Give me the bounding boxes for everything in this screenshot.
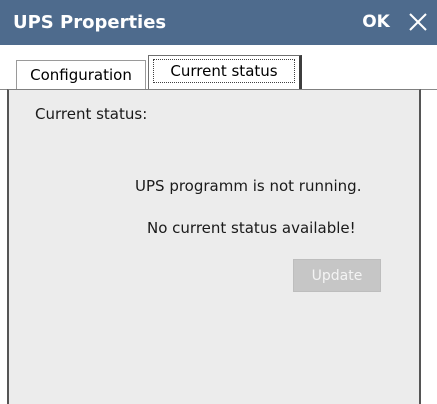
close-icon	[408, 13, 427, 31]
current-status-heading: Current status:	[35, 105, 148, 123]
title-bar: UPS Properties OK	[0, 0, 437, 45]
current-status-panel: Current status: UPS programm is not runn…	[7, 89, 421, 404]
tab-current-status-label: Current status	[153, 59, 295, 83]
tab-current-status[interactable]: Current status	[148, 55, 302, 89]
ok-button[interactable]: OK	[355, 0, 397, 45]
update-button[interactable]: Update	[293, 259, 381, 292]
no-status-message: No current status available!	[147, 219, 356, 237]
ups-properties-window: UPS Properties OK Configuration Current …	[0, 0, 437, 404]
tab-configuration[interactable]: Configuration	[16, 60, 146, 89]
tab-strip: Configuration Current status	[0, 45, 437, 89]
close-button[interactable]	[398, 0, 437, 45]
ups-not-running-message: UPS programm is not running.	[135, 177, 362, 195]
window-title: UPS Properties	[13, 12, 167, 33]
